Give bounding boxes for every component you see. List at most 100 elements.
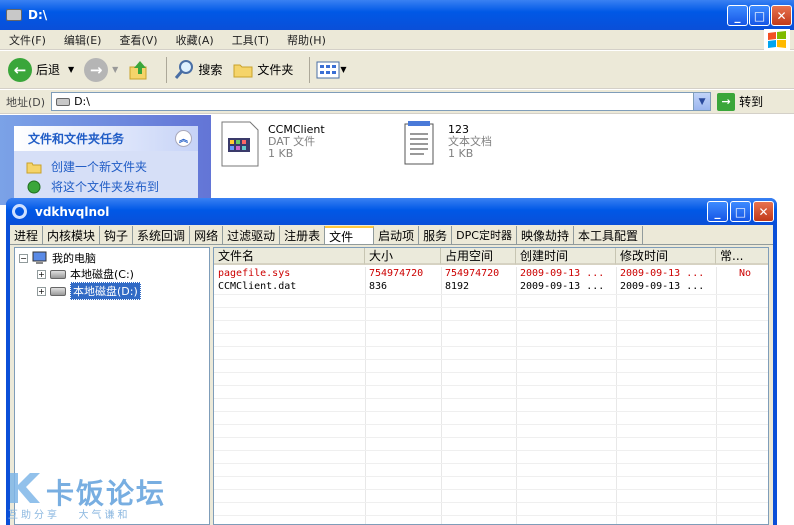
cell-size: 754974720: [369, 268, 424, 279]
tool-maximize-button[interactable]: □: [730, 201, 751, 222]
column-header-created[interactable]: 创建时间: [516, 248, 616, 265]
row-gridline: [214, 450, 768, 451]
column-header-modified[interactable]: 修改时间: [616, 248, 716, 265]
column-divider: [441, 267, 442, 524]
windows-logo-icon: [764, 29, 790, 51]
tool-minimize-button[interactable]: _: [707, 201, 728, 222]
tab-startup[interactable]: 启动项: [374, 226, 420, 244]
cell-allocated: 8192: [445, 281, 470, 292]
tasks-header[interactable]: 文件和文件夹任务 ︽: [14, 126, 198, 151]
column-header-allocated[interactable]: 占用空间: [441, 248, 516, 265]
column-header-filename[interactable]: 文件名: [214, 248, 365, 265]
tasks-title: 文件和文件夹任务: [28, 132, 125, 146]
address-dropdown-icon[interactable]: ▼: [693, 93, 711, 110]
collapse-icon[interactable]: −: [19, 253, 28, 263]
tool-tab-strip: 进程 内核模块 钩子 系统回调 网络 过滤驱动 注册表 文件 启动项 服务 DP…: [10, 226, 773, 245]
folder-icon: [233, 64, 253, 77]
list-scrollbar[interactable]: [769, 247, 773, 525]
expand-icon[interactable]: +: [37, 286, 46, 296]
hard-drive-icon: [50, 269, 66, 279]
tool-title-bar: vdkhvqlnol: [6, 198, 777, 225]
task-publish-folder[interactable]: 将这个文件夹发布到: [26, 178, 159, 195]
column-header-attr[interactable]: 常...: [716, 248, 768, 265]
menu-bar: 文件(F) 编辑(E) 查看(V) 收藏(A) 工具(T) 帮助(H): [0, 30, 794, 50]
tab-files[interactable]: 文件: [325, 226, 375, 244]
row-gridline: [214, 307, 768, 308]
menu-file[interactable]: 文件(F): [0, 32, 55, 48]
drive-icon: [6, 9, 22, 21]
task-new-folder-label: 创建一个新文件夹: [51, 160, 148, 174]
close-button[interactable]: ✕: [771, 5, 792, 26]
watermark: 卡饭论坛 互助分享 大气谦和: [6, 470, 176, 525]
tab-process[interactable]: 进程: [10, 226, 44, 244]
views-icon: [316, 61, 340, 78]
row-gridline: [214, 333, 768, 334]
cell-created: 2009-09-13 ...: [520, 268, 605, 279]
forward-arrow-icon: →: [84, 57, 109, 82]
folder-up-icon: [129, 60, 147, 79]
row-gridline: [214, 489, 768, 490]
row-gridline: [214, 437, 768, 438]
forward-button[interactable]: → ▼: [84, 57, 118, 82]
tab-registry[interactable]: 注册表: [280, 226, 326, 244]
menu-edit[interactable]: 编辑(E): [55, 32, 111, 48]
address-bar: 地址(D) D:\ ▼ → 转到: [0, 90, 794, 114]
tree-node-drive-d[interactable]: + 本地磁盘(D:): [37, 282, 141, 300]
expand-icon[interactable]: +: [37, 269, 46, 279]
row-gridline: [214, 411, 768, 412]
row-gridline: [214, 320, 768, 321]
menu-help[interactable]: 帮助(H): [278, 32, 335, 48]
column-divider: [516, 267, 517, 524]
tab-tool-config[interactable]: 本工具配置: [574, 226, 643, 244]
maximize-button[interactable]: □: [749, 5, 770, 26]
up-button[interactable]: [128, 59, 150, 81]
search-button[interactable]: 搜索: [173, 59, 222, 81]
back-label: 后退: [36, 63, 61, 77]
address-input[interactable]: D:\ ▼: [51, 92, 712, 111]
back-button[interactable]: ← 后退 ▼: [8, 57, 74, 82]
task-publish-label: 将这个文件夹发布到: [51, 180, 160, 194]
tab-filter-drivers[interactable]: 过滤驱动: [223, 226, 281, 244]
tree-node-my-computer[interactable]: − 我的电脑: [19, 250, 96, 266]
column-divider: [616, 267, 617, 524]
search-label: 搜索: [198, 63, 223, 77]
tab-network[interactable]: 网络: [190, 226, 224, 244]
back-dropdown-icon[interactable]: ▼: [68, 65, 74, 74]
cell-filename: pagefile.sys: [218, 268, 291, 279]
tab-image-hijack[interactable]: 映像劫持: [517, 226, 574, 244]
watermark-k-logo: [10, 473, 40, 503]
collapse-chevron-icon[interactable]: ︽: [175, 130, 192, 147]
explorer-title-bar: D:\: [0, 0, 794, 30]
tool-close-button[interactable]: ✕: [753, 201, 774, 222]
column-divider: [716, 267, 717, 524]
explorer-title: D:\: [28, 8, 48, 22]
row-gridline: [214, 398, 768, 399]
row-gridline: [214, 463, 768, 464]
column-header-size[interactable]: 大小: [365, 248, 441, 265]
column-divider: [365, 267, 366, 524]
address-label: 地址(D): [6, 95, 46, 109]
address-value: D:\: [74, 95, 90, 108]
go-arrow-icon[interactable]: →: [717, 92, 736, 111]
task-new-folder[interactable]: 创建一个新文件夹: [26, 158, 147, 175]
file-item-123[interactable]: 123 文本文档 1 KB: [400, 120, 492, 168]
tab-services[interactable]: 服务: [419, 226, 453, 244]
computer-icon: [32, 251, 47, 264]
minimize-button[interactable]: _: [727, 5, 748, 26]
tab-kernel-modules[interactable]: 内核模块: [43, 226, 101, 244]
menu-tools[interactable]: 工具(T): [223, 32, 278, 48]
menu-view[interactable]: 查看(V): [110, 32, 166, 48]
row-gridline: [214, 476, 768, 477]
cell-attr: No: [738, 268, 752, 279]
folders-button[interactable]: 文件夹: [232, 59, 293, 81]
views-button[interactable]: ▼: [316, 60, 347, 80]
menu-favorites[interactable]: 收藏(A): [167, 32, 223, 48]
hard-drive-icon: [50, 286, 66, 296]
file-item-ccmclient[interactable]: CCMClient DAT 文件 1 KB: [220, 120, 325, 168]
go-button[interactable]: 转到: [739, 93, 763, 110]
tree-node-drive-c[interactable]: + 本地磁盘(C:): [37, 266, 134, 282]
tab-system-callbacks[interactable]: 系统回调: [133, 226, 191, 244]
cell-modified: 2009-09-13 ...: [620, 281, 705, 292]
tab-hooks[interactable]: 钩子: [100, 226, 134, 244]
tab-dpc-timers[interactable]: DPC定时器: [452, 226, 517, 244]
